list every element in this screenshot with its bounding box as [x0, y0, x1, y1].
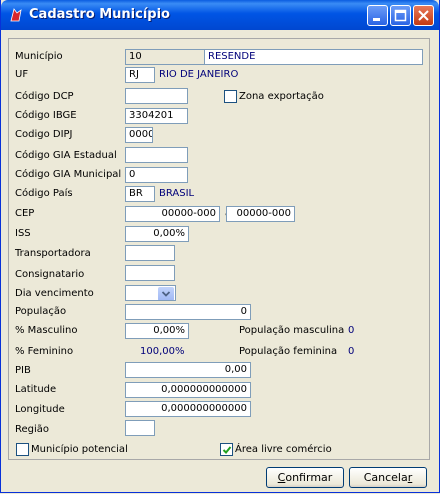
populacao-field[interactable]: 0	[125, 304, 251, 320]
regiao-field[interactable]	[125, 420, 155, 436]
uf-label: UF	[15, 69, 29, 80]
pib-label: PIB	[15, 365, 31, 376]
close-icon	[418, 10, 429, 21]
populacao-masculina-label: População masculina	[239, 325, 345, 336]
codigo-ibge-field[interactable]: 3304201	[125, 108, 188, 124]
maximize-button[interactable]	[390, 5, 411, 26]
cep-from-field[interactable]: 00000-000	[125, 206, 220, 222]
consignatario-field[interactable]	[125, 265, 175, 281]
codigo-dipj-label: Codigo DIPJ	[15, 129, 73, 140]
regiao-label: Região	[15, 424, 50, 435]
pais-name-value: BRASIL	[159, 188, 195, 199]
zona-exportacao-label: Zona exportação	[239, 91, 324, 102]
codigo-gia-estadual-field[interactable]	[125, 147, 188, 163]
transportadora-field[interactable]	[125, 245, 175, 261]
cep-label: CEP	[15, 208, 35, 219]
maximize-icon	[394, 9, 407, 22]
latitude-label: Latitude	[15, 384, 57, 395]
uf-code-field[interactable]: RJ	[125, 67, 155, 83]
municipio-potencial-checkbox[interactable]	[16, 443, 29, 456]
codigo-dcp-label: Código DCP	[15, 91, 74, 102]
dia-vencimento-select[interactable]	[125, 285, 176, 301]
zona-exportacao-checkbox[interactable]	[224, 90, 237, 103]
cep-to-field[interactable]: 00000-000	[226, 206, 295, 222]
populacao-masculina-value: 0	[348, 325, 355, 336]
cancelar-label: Cancela	[363, 471, 408, 484]
close-button[interactable]	[413, 5, 434, 26]
checkmark-icon	[222, 446, 232, 454]
area-livre-comercio-checkbox[interactable]	[220, 443, 233, 456]
uf-name-value: RIO DE JANEIRO	[159, 69, 239, 80]
codigo-pais-field[interactable]: BR	[125, 186, 155, 202]
cancelar-accesskey: r	[407, 471, 413, 484]
minimize-button[interactable]	[367, 5, 388, 26]
dropdown-button[interactable]	[158, 287, 174, 300]
codigo-gia-estadual-label: Código GIA Estadual	[15, 150, 117, 161]
chevron-down-icon	[161, 291, 171, 297]
app-logo-icon	[8, 7, 24, 23]
pct-feminino-label: % Feminino	[15, 346, 74, 357]
pct-masculino-label: % Masculino	[15, 325, 78, 336]
minimize-icon	[373, 18, 380, 21]
cadastro-municipio-window: Cadastro Município Município 10 RESENDE …	[0, 0, 440, 493]
pib-field[interactable]: 0,00	[125, 362, 251, 378]
codigo-gia-municipal-field[interactable]: 0	[125, 167, 188, 183]
longitude-field[interactable]: 0,000000000000	[125, 401, 251, 417]
municipio-name-field[interactable]: RESENDE	[204, 49, 423, 65]
transportadora-label: Transportadora	[15, 248, 91, 259]
pct-masculino-field[interactable]: 0,00%	[125, 323, 189, 339]
codigo-pais-label: Código País	[15, 188, 73, 199]
populacao-label: População	[15, 306, 67, 317]
codigo-ibge-label: Código IBGE	[15, 110, 77, 121]
pct-feminino-value: 100,00%	[140, 346, 185, 357]
confirmar-label: onfirmar	[285, 471, 333, 484]
consignatario-label: Consignatario	[15, 269, 85, 280]
iss-label: ISS	[15, 228, 31, 239]
codigo-dcp-field[interactable]	[125, 88, 188, 104]
iss-field[interactable]: 0,00%	[125, 226, 189, 242]
municipio-label: Município	[15, 51, 63, 62]
window-title: Cadastro Município	[29, 7, 170, 22]
municipio-potencial-label: Município potencial	[31, 444, 128, 455]
populacao-feminina-value: 0	[348, 346, 355, 357]
confirmar-button[interactable]: Confirmar	[266, 467, 344, 488]
area-livre-comercio-label: Área livre comércio	[235, 444, 332, 455]
codigo-dipj-field[interactable]: 0000	[125, 127, 153, 143]
codigo-gia-municipal-label: Código GIA Municipal	[15, 169, 122, 180]
municipio-code-field[interactable]: 10	[125, 49, 205, 65]
longitude-label: Longitude	[15, 404, 65, 415]
cancelar-button[interactable]: Cancelar	[349, 467, 427, 488]
populacao-feminina-label: População feminina	[239, 346, 338, 357]
dia-vencimento-label: Dia vencimento	[15, 288, 94, 299]
title-bar[interactable]: Cadastro Município	[1, 0, 439, 30]
latitude-field[interactable]: 0,000000000000	[125, 382, 251, 398]
